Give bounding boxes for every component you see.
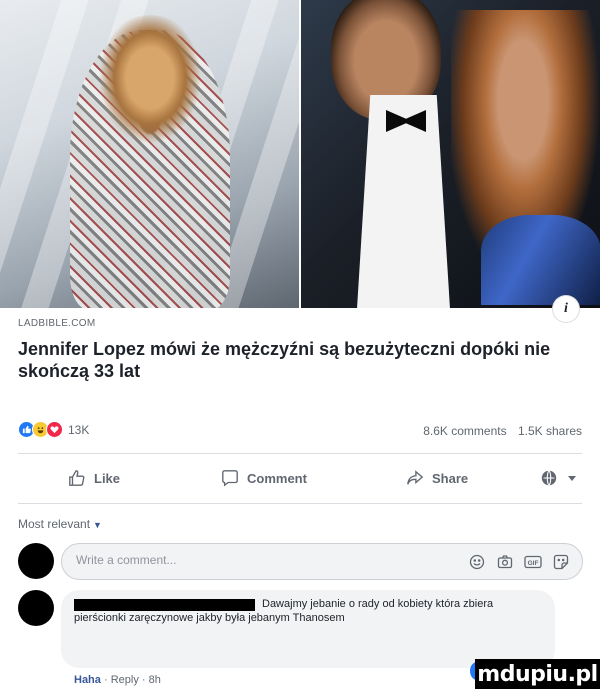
post-image[interactable]: [0, 0, 600, 308]
share-icon: [407, 470, 424, 485]
sticker-icon[interactable]: [552, 553, 570, 571]
photo-jennifer-lopez[interactable]: [0, 0, 299, 308]
emoji-icon[interactable]: [468, 553, 486, 571]
post-actions-bar: Like Comment Share: [18, 462, 582, 494]
thumbs-up-icon: [69, 470, 85, 486]
reactions-count[interactable]: 13K: [68, 423, 89, 437]
comment-time[interactable]: 8h: [149, 674, 161, 686]
gif-icon[interactable]: GIF: [524, 553, 542, 571]
watermark-logo: mdupiu.pl: [475, 659, 600, 689]
comment-bubble: Dawajmy jebanie o rady od kobiety która …: [61, 590, 555, 668]
avatar[interactable]: [18, 543, 54, 579]
audience-selector[interactable]: [540, 469, 584, 487]
comments-count[interactable]: 8.6K comments: [423, 424, 506, 438]
separator: ·: [103, 674, 111, 686]
comment-sort-dropdown[interactable]: Most relevant ▼: [18, 517, 102, 531]
chevron-down-icon: [568, 476, 576, 481]
info-icon[interactable]: i: [553, 296, 579, 322]
comment-meta: Haha · Reply · 8h: [74, 674, 161, 686]
comment-text: Dawajmy jebanie o rady od kobiety która …: [74, 598, 494, 624]
chevron-down-icon: ▼: [93, 520, 102, 530]
link-headline[interactable]: Jennifer Lopez mówi że mężczyźni są bezu…: [18, 338, 558, 382]
photo-couple[interactable]: [301, 0, 600, 308]
shares-count[interactable]: 1.5K shares: [518, 424, 582, 438]
comment-label: Comment: [247, 470, 307, 486]
comment-button[interactable]: Comment: [221, 469, 307, 487]
composer-icons: GIF: [468, 553, 570, 571]
separator: ·: [141, 674, 149, 686]
engagement-counts: 8.6K comments 1.5K shares: [423, 424, 582, 438]
camera-icon[interactable]: [496, 553, 514, 571]
white-shirt: [356, 95, 451, 308]
share-button[interactable]: Share: [406, 469, 468, 487]
comment-input[interactable]: [76, 553, 436, 567]
blue-dress: [481, 215, 600, 305]
reply-link[interactable]: Reply: [111, 674, 139, 686]
like-button[interactable]: Like: [68, 469, 120, 487]
sort-label: Most relevant: [18, 517, 91, 531]
divider: [18, 503, 582, 504]
comment-icon: [222, 470, 238, 487]
reactions-summary[interactable]: 13K: [18, 421, 89, 438]
globe-avatar-icon: [541, 470, 557, 486]
link-source-domain[interactable]: LADBIBLE.COM: [18, 318, 96, 329]
haha-reaction-link[interactable]: Haha: [74, 674, 101, 686]
like-label: Like: [94, 470, 121, 486]
love-icon: [46, 421, 63, 438]
divider: [18, 453, 582, 454]
share-label: Share: [432, 470, 469, 486]
avatar[interactable]: [18, 590, 54, 626]
svg-text:GIF: GIF: [528, 560, 539, 567]
hair: [90, 15, 210, 155]
comment-composer[interactable]: GIF: [61, 543, 583, 580]
